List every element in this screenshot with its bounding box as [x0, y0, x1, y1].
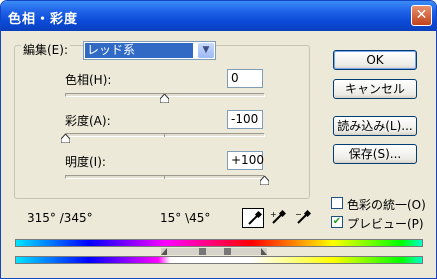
ok-button[interactable]: OK: [333, 50, 417, 70]
saturation-center-tick: [164, 133, 165, 137]
save-button[interactable]: 保存(S)...: [333, 144, 417, 164]
hue-input[interactable]: 0: [227, 69, 263, 88]
lightness-label: 明度(I):: [65, 155, 106, 169]
hue-slider-thumb[interactable]: [160, 94, 169, 103]
svg-text:−: −: [295, 210, 302, 219]
lightness-slider-track[interactable]: [65, 175, 265, 179]
hue-range-adjuster[interactable]: [161, 248, 267, 255]
eyedropper-button[interactable]: [242, 208, 264, 228]
edit-label: 編集(E):: [21, 41, 70, 58]
colorize-checkbox[interactable]: [331, 197, 343, 209]
eyedropper-minus-button[interactable]: −: [292, 208, 314, 228]
input-hue-bar: [15, 239, 423, 247]
hue-saturation-dialog: 色相・彩度 ✕ 編集(E): レッド系 ▼ 色相(H): 0 彩度(A): -1…: [0, 0, 437, 279]
title-bar[interactable]: 色相・彩度 ✕: [1, 1, 436, 31]
saturation-input[interactable]: -100: [227, 110, 263, 129]
lightness-center-tick: [164, 175, 165, 179]
lightness-slider-thumb[interactable]: [260, 176, 269, 185]
preview-label[interactable]: プレビュー(P): [347, 215, 424, 232]
saturation-slider-thumb[interactable]: [61, 134, 70, 143]
eyedropper-minus-icon: −: [295, 210, 311, 224]
edit-range-value: レッド系: [85, 43, 193, 58]
close-button[interactable]: ✕: [411, 5, 432, 26]
eyedropper-plus-button[interactable]: +: [267, 208, 289, 228]
inner-range-readout: 15° \45°: [160, 211, 211, 225]
outer-range-readout: 315° /345°: [27, 211, 93, 225]
edit-range-select[interactable]: レッド系 ▼: [83, 41, 216, 60]
dialog-title: 色相・彩度: [8, 12, 79, 27]
close-icon: ✕: [415, 7, 428, 23]
output-hue-bar: [15, 256, 423, 264]
colorize-label[interactable]: 色彩の統一(O): [347, 196, 426, 213]
saturation-label: 彩度(A):: [65, 114, 111, 128]
hue-range-shape: [161, 248, 267, 255]
load-button[interactable]: 読み込み(L)...: [333, 116, 417, 136]
preview-checkbox[interactable]: ✔: [331, 216, 343, 228]
lightness-input[interactable]: +100: [227, 151, 264, 170]
cancel-button[interactable]: キャンセル: [333, 79, 417, 99]
eyedropper-plus-icon: +: [270, 210, 286, 224]
saturation-slider-track[interactable]: [65, 133, 265, 137]
hue-label: 色相(H):: [65, 73, 112, 87]
chevron-down-icon[interactable]: ▼: [198, 43, 214, 58]
eyedropper-icon: [248, 211, 262, 225]
svg-text:+: +: [270, 210, 277, 219]
